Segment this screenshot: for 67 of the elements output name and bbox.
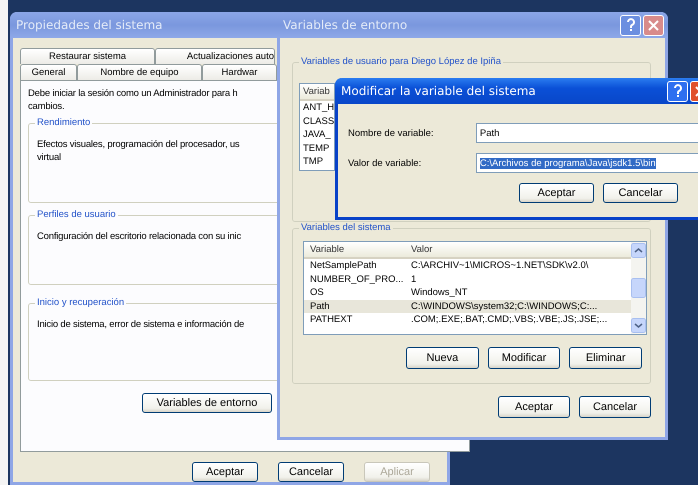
tab[interactable]: Hardwar	[202, 64, 277, 80]
variable-value: C:\WINDOWS\system32;C:\WINDOWS;C:...	[410, 300, 598, 312]
variable-name[interactable]: CLASS	[300, 116, 334, 127]
field-value: C:\Archivos de programa\Java\jsdk1.5\bin	[480, 158, 656, 168]
table-row[interactable]: NUMBER_OF_PRO... 1	[304, 272, 631, 286]
scroll-down-icon	[631, 318, 646, 333]
variable-name: PATHEXT	[309, 314, 354, 326]
variable-name: NetSamplePath	[309, 260, 378, 272]
table-row[interactable]: NetSamplePath C:\ARCHIV~1\MICROS~1.NET\SDK\v2.0\	[304, 259, 631, 272]
variable-name[interactable]: ANT_H	[300, 102, 334, 114]
list-action-button[interactable]: Nueva	[406, 347, 479, 369]
variable-name[interactable]: TMP	[300, 156, 334, 168]
environment-variables-button[interactable]: Variables de entorno	[142, 393, 272, 413]
dialog-button[interactable]: Cancelar	[579, 396, 651, 418]
variable-value: Windows_NT	[410, 287, 468, 298]
column-header[interactable]: Valor	[405, 244, 631, 255]
tab[interactable]: Nombre de equipo	[77, 64, 202, 80]
scrollbar[interactable]	[631, 242, 646, 334]
dialog-button[interactable]: Aceptar	[498, 396, 570, 418]
group-title: Rendimiento	[35, 117, 92, 128]
field-value: Path	[480, 128, 500, 138]
table-row[interactable]: Path C:\WINDOWS\system32;C:\WINDOWS;C:...	[304, 300, 631, 313]
column-header[interactable]: Variable	[304, 244, 405, 255]
tab[interactable]: Restaurar sistema	[20, 48, 155, 64]
help-icon	[626, 18, 636, 32]
group-description: Configuración del escritorio relacionada con su inic	[37, 230, 241, 243]
help-icon	[672, 84, 682, 98]
dialog-button[interactable]: Aceptar	[519, 183, 594, 203]
group-title: Perfiles de usuario	[35, 209, 118, 220]
field-label: Nombre de variable:	[348, 128, 435, 138]
close-button[interactable]	[643, 14, 664, 36]
dialog-button[interactable]: Cancelar	[603, 183, 678, 203]
help-button[interactable]	[620, 14, 641, 36]
list-action-button[interactable]: Eliminar	[569, 347, 642, 369]
window-title: Propiedades del sistema	[16, 18, 163, 32]
close-icon	[648, 20, 659, 30]
list-action-button[interactable]: Modificar	[488, 347, 560, 369]
group-title: Variables del sistema	[299, 222, 393, 233]
dialog-button[interactable]: Aceptar	[192, 462, 258, 482]
group-description: Efectos visuales, programación del procesador, us	[37, 138, 240, 151]
field-label: Valor de variable:	[348, 158, 422, 168]
tab[interactable]: Actualizaciones auto	[155, 48, 275, 64]
table-row[interactable]: PATHEXT .COM;.EXE;.BAT;.CMD;.VBS;.VBE;.JS;.JSE;...	[304, 313, 631, 326]
variable-value: 1	[410, 274, 418, 285]
help-button[interactable]	[667, 80, 688, 102]
scroll-thumb-icon	[631, 278, 646, 298]
variable-value: C:\ARCHIV~1\MICROS~1.NET\SDK\v2.0\	[410, 260, 590, 272]
variable-name: Path	[309, 300, 331, 312]
table-row[interactable]: OS Windows_NT	[304, 286, 631, 300]
text-field[interactable]: Path	[476, 123, 698, 143]
variable-name: NUMBER_OF_PRO...	[309, 274, 404, 285]
notice-text: Debe iniciar la sesión como un Administrador para h	[28, 87, 238, 100]
window-title: Variables de entorno	[283, 18, 408, 32]
dialog-button[interactable]: Cancelar	[278, 462, 344, 482]
notice-text: cambios.	[28, 100, 64, 113]
group-title: Inicio y recuperación	[35, 297, 126, 308]
group-description: Inicio de sistema, error de sistema e información de	[37, 318, 244, 331]
group-title: Variables de usuario para Diego López de Ipiña	[299, 56, 503, 67]
variable-name[interactable]: JAVA_	[300, 129, 334, 140]
window-title: Modificar la variable del sistema	[341, 84, 536, 98]
tab[interactable]: General	[20, 64, 77, 80]
scroll-up-icon	[631, 243, 646, 258]
text-field[interactable]: C:\Archivos de programa\Java\jsdk1.5\bin	[476, 153, 698, 173]
variable-name[interactable]: TEMP	[300, 142, 334, 154]
group-description: virtual	[37, 151, 61, 164]
variable-value: .COM;.EXE;.BAT;.CMD;.VBS;.VBE;.JS;.JSE;...	[410, 314, 608, 326]
variable-name: OS	[309, 287, 325, 298]
